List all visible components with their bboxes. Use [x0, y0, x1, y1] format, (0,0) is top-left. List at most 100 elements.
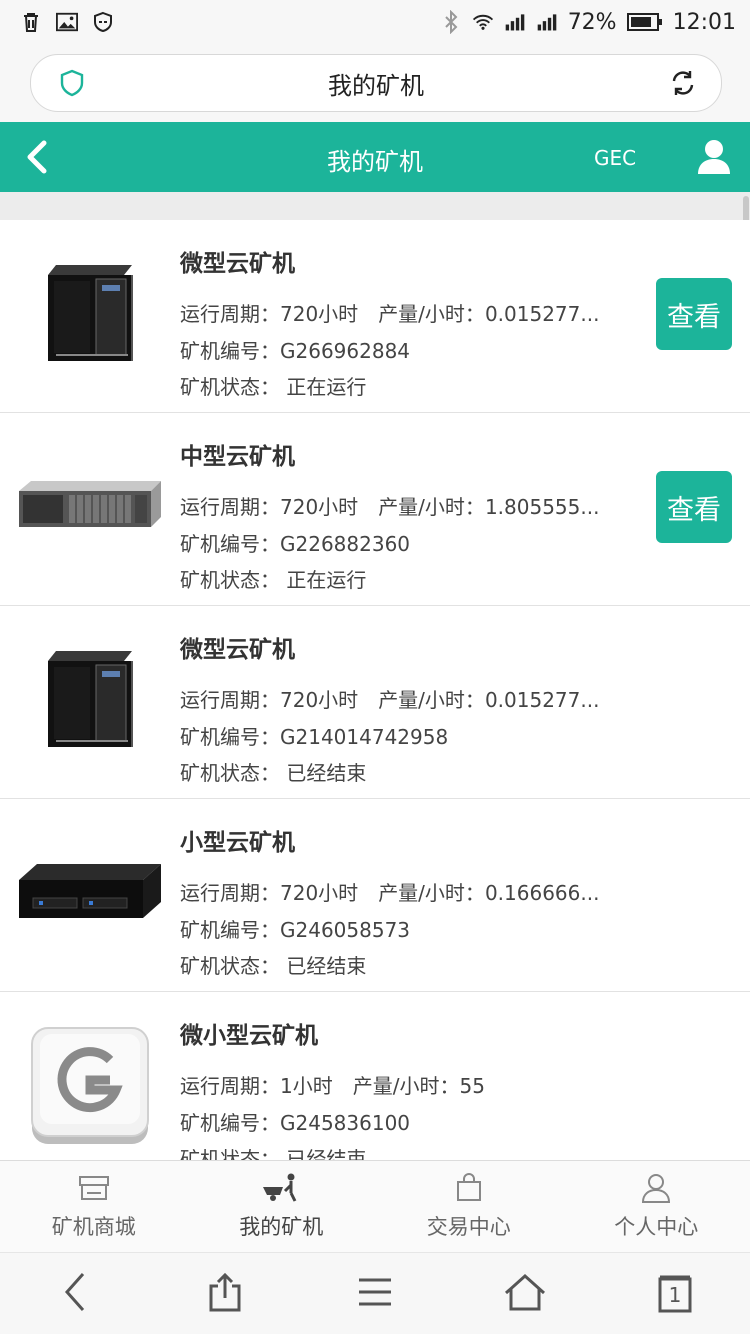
serial-line: 矿机编号：G226882360: [180, 528, 410, 557]
tabs-count: 1: [658, 1283, 692, 1307]
home-button[interactable]: [450, 1253, 600, 1334]
state-label: 矿机状态：: [180, 1147, 280, 1160]
miner-name: 微型云矿机: [180, 630, 295, 664]
state-value: 已经结束: [286, 1147, 366, 1160]
cycle-label: 运行周期：: [180, 495, 280, 519]
output-value: 1.805555...: [485, 495, 600, 519]
menu-button[interactable]: [300, 1253, 450, 1334]
clock: 12:01: [673, 10, 736, 35]
miner-card[interactable]: 微型云矿机 运行周期：720小时产量/小时：0.015277... 矿机编号：G…: [0, 606, 750, 799]
chevron-left-icon: [63, 1272, 87, 1316]
signal-icon: [536, 11, 558, 33]
mini-tower-server-image: [16, 244, 164, 384]
serial-line: 矿机编号：G266962884: [180, 335, 410, 364]
gec-link[interactable]: GEC: [594, 146, 636, 170]
output-value: 0.015277...: [485, 688, 600, 712]
miner-card[interactable]: 微型云矿机 运行周期：720小时产量/小时：0.015277... 矿机编号：G…: [0, 220, 750, 413]
miner-name: 微小型云矿机: [180, 1016, 318, 1050]
serial-value: G266962884: [280, 339, 410, 363]
serial-label: 矿机编号：: [180, 1111, 280, 1135]
output-label: 产量/小时：: [378, 495, 485, 519]
miner-card[interactable]: 小型云矿机 运行周期：720小时产量/小时：0.166666... 矿机编号：G…: [0, 799, 750, 992]
section-gap: [0, 192, 750, 220]
tab-label: 个人中心: [614, 1211, 698, 1241]
battery-percent: 72%: [568, 10, 617, 35]
miner-card[interactable]: 中型云矿机 运行周期：720小时产量/小时：1.805555... 矿机编号：G…: [0, 413, 750, 606]
cycle-label: 运行周期：: [180, 302, 280, 326]
serial-label: 矿机编号：: [180, 532, 280, 556]
share-button[interactable]: [150, 1253, 300, 1334]
tab-trade[interactable]: 交易中心: [375, 1161, 563, 1253]
browser-url-area: 我的矿机: [0, 44, 750, 122]
home-icon: [504, 1273, 546, 1315]
cycle-label: 运行周期：: [180, 881, 280, 905]
cycle-output-line: 运行周期：1小时产量/小时：55: [180, 1070, 485, 1099]
cycle-output-line: 运行周期：720小时产量/小时：0.015277...: [180, 298, 599, 327]
status-bar: 72% 12:01: [0, 0, 750, 44]
miner-list: 微型云矿机 运行周期：720小时产量/小时：0.015277... 矿机编号：G…: [0, 220, 750, 1160]
url-bar[interactable]: 我的矿机: [30, 54, 722, 112]
bluetooth-icon: [440, 11, 462, 33]
refresh-icon[interactable]: [669, 69, 697, 101]
state-label: 矿机状态：: [180, 568, 280, 592]
menu-icon: [357, 1277, 393, 1311]
tab-label: 矿机商城: [52, 1211, 136, 1241]
rack-server-image: [16, 437, 164, 577]
state-value: 正在运行: [286, 568, 366, 592]
miner-name: 中型云矿机: [180, 437, 295, 471]
state-line: 矿机状态： 已经结束: [180, 757, 366, 786]
cycle-output-line: 运行周期：720小时产量/小时：0.015277...: [180, 684, 599, 713]
trash-icon: [20, 11, 42, 33]
serial-line: 矿机编号：G214014742958: [180, 721, 448, 750]
mini-tower-server-image: [16, 630, 164, 770]
tab-label: 交易中心: [427, 1211, 511, 1241]
cycle-label: 运行周期：: [180, 1074, 280, 1098]
output-value: 0.166666...: [485, 881, 600, 905]
tab-profile[interactable]: 个人中心: [563, 1161, 750, 1253]
tab-my-miners[interactable]: 我的矿机: [188, 1161, 376, 1253]
state-label: 矿机状态：: [180, 375, 280, 399]
output-value: 55: [459, 1074, 484, 1098]
browser-back-button[interactable]: [0, 1253, 150, 1334]
miner-cart-icon: [261, 1173, 301, 1207]
state-label: 矿机状态：: [180, 954, 280, 978]
serial-label: 矿机编号：: [180, 339, 280, 363]
desktop-server-image: [16, 823, 164, 963]
bag-icon: [454, 1173, 484, 1207]
miner-name: 小型云矿机: [180, 823, 295, 857]
serial-label: 矿机编号：: [180, 725, 280, 749]
url-title: 我的矿机: [328, 66, 424, 101]
tabs-button[interactable]: 1: [600, 1253, 750, 1334]
tab-shop[interactable]: 矿机商城: [0, 1161, 188, 1253]
state-line: 矿机状态： 已经结束: [180, 950, 366, 979]
serial-value: G245836100: [280, 1111, 410, 1135]
serial-value: G246058573: [280, 918, 410, 942]
state-value: 正在运行: [286, 375, 366, 399]
state-line: 矿机状态： 已经结束: [180, 1143, 366, 1160]
browser-nav-bar: 1: [0, 1252, 750, 1334]
serial-line: 矿机编号：G246058573: [180, 914, 410, 943]
output-value: 0.015277...: [485, 302, 600, 326]
battery-icon: [627, 11, 663, 33]
output-label: 产量/小时：: [378, 688, 485, 712]
output-label: 产量/小时：: [378, 881, 485, 905]
view-button[interactable]: 查看: [656, 278, 732, 350]
page-title: 我的矿机: [0, 142, 750, 177]
state-line: 矿机状态： 正在运行: [180, 564, 366, 593]
wifi-icon: [472, 11, 494, 33]
view-button[interactable]: 查看: [656, 471, 732, 543]
user-icon[interactable]: [696, 138, 732, 180]
cycle-value: 1小时: [280, 1074, 333, 1098]
output-label: 产量/小时：: [353, 1074, 460, 1098]
state-label: 矿机状态：: [180, 761, 280, 785]
cycle-value: 720小时: [280, 495, 358, 519]
output-label: 产量/小时：: [378, 302, 485, 326]
tabs-icon: 1: [658, 1275, 692, 1313]
bottom-tab-bar: 矿机商城 我的矿机 交易中心 个人中心: [0, 1160, 750, 1253]
share-icon: [208, 1272, 242, 1316]
shield-face-icon: [92, 11, 114, 33]
shop-icon: [77, 1173, 111, 1207]
tab-label: 我的矿机: [239, 1211, 323, 1241]
serial-line: 矿机编号：G245836100: [180, 1107, 410, 1136]
miner-card[interactable]: 微小型云矿机 运行周期：1小时产量/小时：55 矿机编号：G245836100 …: [0, 992, 750, 1160]
